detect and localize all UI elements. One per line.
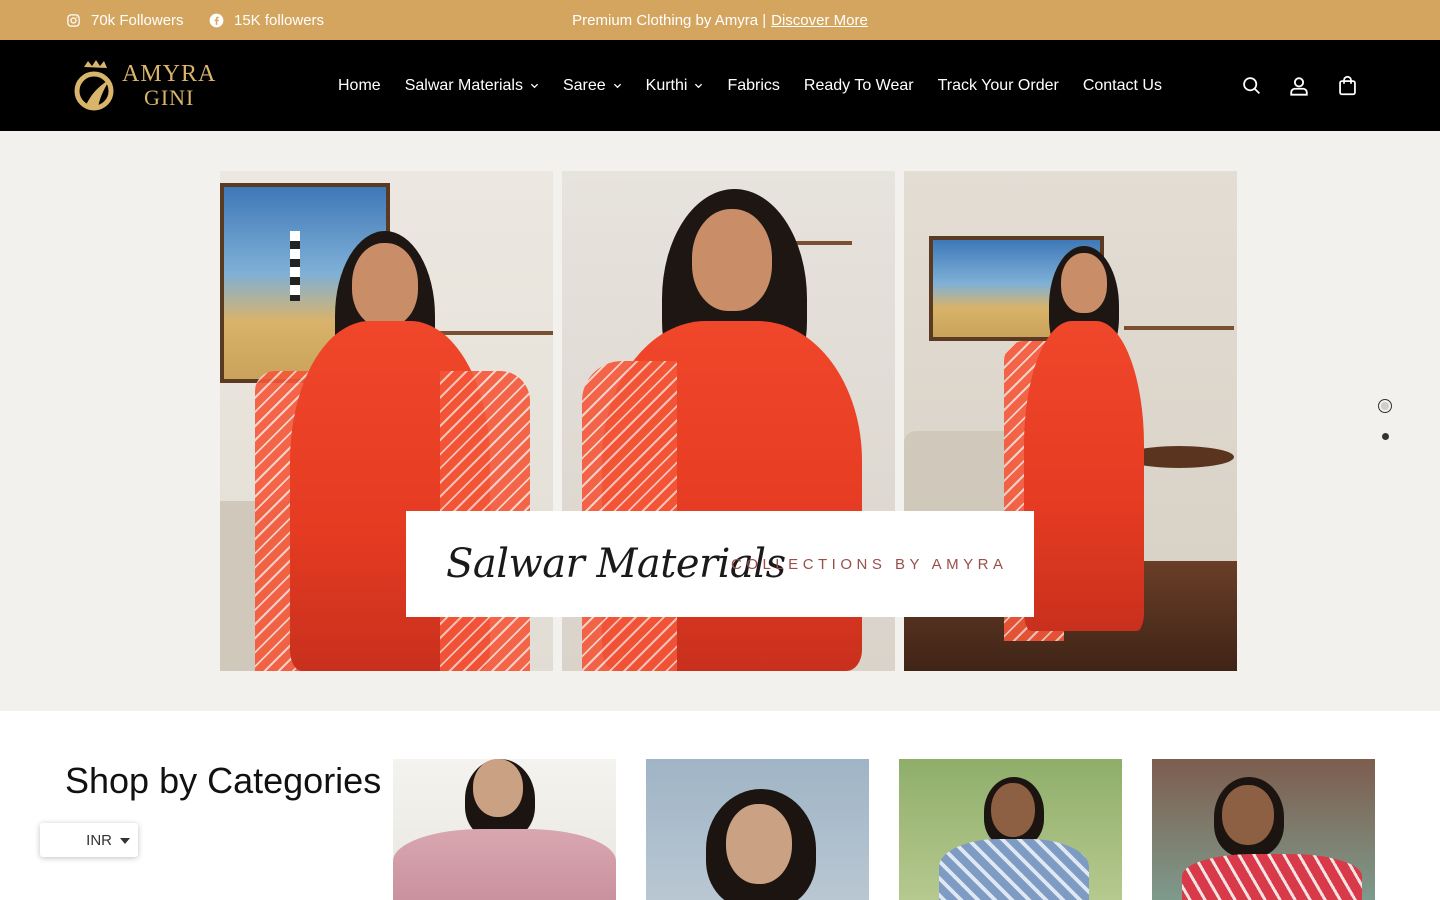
nav-home-label: Home [338, 76, 381, 94]
logo-line-1: AMYRA [122, 60, 217, 87]
search-icon [1242, 77, 1260, 94]
hero-slideshow: Salwar Materials COLLECTIONS BY AMYRA [0, 131, 1440, 711]
nav-track-your-order[interactable]: Track Your Order [938, 77, 1059, 95]
instagram-followers-link[interactable]: 70k Followers [66, 0, 184, 40]
shop-by-categories-heading: Shop by Categories [65, 760, 382, 801]
currency-value: INR [86, 831, 112, 849]
instagram-icon [67, 13, 80, 27]
nav-fabrics-label: Fabrics [727, 76, 780, 94]
category-card-3[interactable] [899, 759, 1122, 900]
nav-home[interactable]: Home [338, 77, 381, 95]
chevron-down-icon [613, 83, 621, 89]
logo-wordmark: AMYRA GINI [122, 62, 216, 109]
promo-text: Premium Clothing by Amyra | [572, 11, 767, 29]
slide-dot-2[interactable] [1378, 429, 1392, 443]
logo-crown-mark-icon [74, 60, 114, 111]
account-icon [1290, 76, 1308, 96]
facebook-followers-link[interactable]: 15K followers [209, 0, 324, 40]
chevron-down-icon [695, 83, 703, 89]
facebook-followers-label: 15K followers [234, 11, 325, 29]
header-actions [1240, 40, 1358, 131]
nav-salwar-materials[interactable]: Salwar Materials [405, 77, 539, 95]
nav-saree-label: Saree [562, 76, 606, 94]
account-button[interactable] [1288, 75, 1310, 97]
hero-slide[interactable]: Salwar Materials COLLECTIONS BY AMYRA [220, 171, 1237, 671]
slideshow-pagination [1378, 399, 1392, 443]
category-card-1[interactable] [393, 759, 616, 900]
nav-ready-to-wear-label: Ready To Wear [803, 76, 914, 94]
currency-selector[interactable]: INR [40, 823, 138, 857]
nav-contact-us[interactable]: Contact Us [1083, 77, 1162, 95]
cart-icon [1338, 75, 1356, 96]
nav-track-your-order-label: Track Your Order [937, 76, 1059, 94]
nav-kurthi[interactable]: Kurthi [646, 77, 704, 95]
category-card-2[interactable] [646, 759, 869, 900]
nav-ready-to-wear[interactable]: Ready To Wear [804, 77, 914, 95]
nav-contact-us-label: Contact Us [1082, 76, 1162, 94]
site-header: AMYRA GINI Home Salwar Materials Saree K… [0, 40, 1440, 131]
instagram-followers-label: 70k Followers [91, 11, 184, 29]
nav-saree[interactable]: Saree [563, 77, 622, 95]
announcement-bar: 70k Followers 15K followers Premium Clot… [0, 0, 1440, 40]
caret-down-icon [120, 838, 130, 844]
logo-line-2: GINI [143, 84, 195, 110]
hero-caption-subtitle: COLLECTIONS BY AMYRA [731, 556, 1008, 573]
chevron-down-icon [530, 83, 539, 89]
hero-caption-box: Salwar Materials COLLECTIONS BY AMYRA [406, 511, 1034, 617]
nav-salwar-materials-label: Salwar Materials [404, 76, 523, 94]
facebook-icon [209, 13, 224, 27]
cart-button[interactable] [1336, 75, 1358, 97]
discover-more-link[interactable]: Discover More [771, 12, 868, 29]
search-button[interactable] [1240, 75, 1262, 97]
category-card-4[interactable] [1152, 759, 1375, 900]
amyra-gini-logo[interactable]: AMYRA GINI [70, 56, 220, 114]
slide-dot-1[interactable] [1378, 399, 1392, 413]
main-navigation: Home Salwar Materials Saree Kurthi Fabri… [338, 40, 1162, 131]
nav-fabrics[interactable]: Fabrics [727, 77, 779, 95]
nav-kurthi-label: Kurthi [645, 76, 688, 94]
